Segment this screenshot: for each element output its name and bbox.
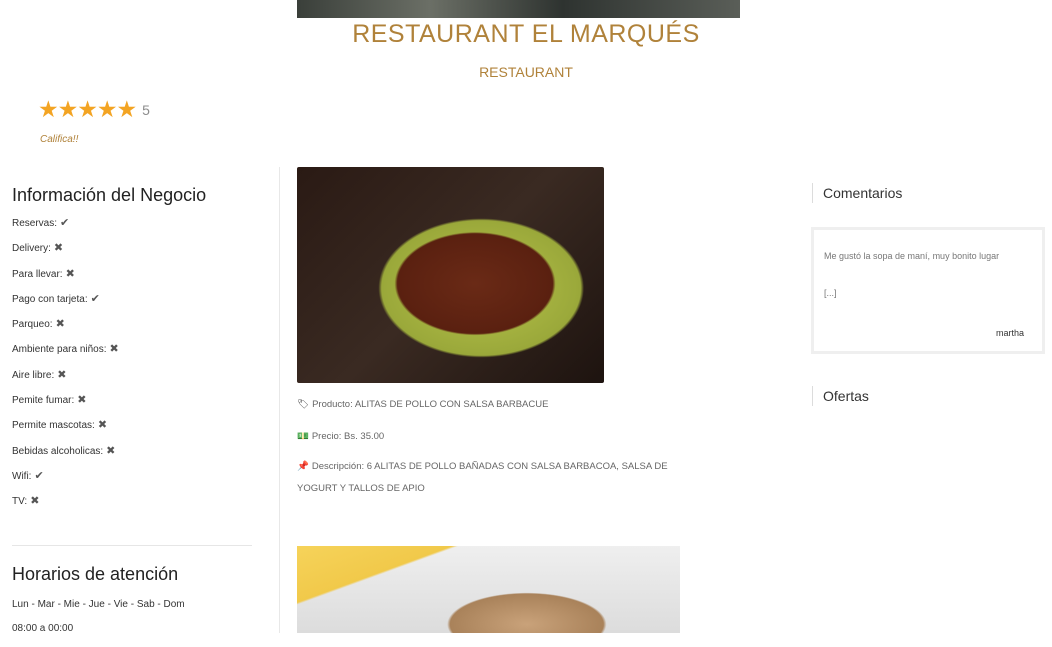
hours-time: 08:00 a 00:00 bbox=[12, 623, 74, 634]
business-info-panel: Información del Negocio Reservas: ✔ Delive… bbox=[12, 185, 252, 520]
cross-icon: ✖ bbox=[109, 343, 119, 356]
cross-icon: ✖ bbox=[106, 444, 116, 457]
business-info-item: Pago con tarjeta: ✔ bbox=[12, 292, 252, 317]
cross-icon: ✖ bbox=[65, 267, 75, 280]
business-info-label: Para llevar: bbox=[12, 268, 63, 280]
business-info-item: Permite mascotas: ✖ bbox=[12, 418, 252, 443]
comments-title: Comentarios bbox=[812, 183, 902, 203]
cross-icon: ✖ bbox=[77, 394, 87, 407]
business-info-label: Ambiente para niños: bbox=[12, 344, 107, 356]
cross-icon: ✖ bbox=[57, 368, 67, 381]
business-info-item: Pemite fumar: ✖ bbox=[12, 393, 252, 418]
business-info-item: Ambiente para niños: ✖ bbox=[12, 342, 252, 367]
pin-icon: 📌 bbox=[297, 461, 309, 472]
business-info-label: Pago con tarjeta: bbox=[12, 293, 88, 305]
business-info-label: Pemite fumar: bbox=[12, 395, 75, 407]
business-info-item: Aire libre: ✖ bbox=[12, 368, 252, 393]
hours-days: Lun - Mar - Mie - Jue - Vie - Sab - Dom bbox=[12, 599, 185, 610]
business-info-label: TV: bbox=[12, 496, 28, 508]
rate-link[interactable]: Califica!! bbox=[40, 134, 78, 145]
comment-author: martha bbox=[995, 328, 1024, 338]
business-info-label: Bebidas alcoholicas: bbox=[12, 445, 104, 457]
business-info-title: Información del Negocio bbox=[12, 185, 207, 205]
cross-icon: ✖ bbox=[55, 318, 65, 331]
comment-read-more[interactable]: [...] bbox=[824, 288, 837, 298]
product-name-line: 🏷 Producto: ALITAS DE POLLO CON SALSA BAR… bbox=[297, 399, 548, 410]
business-info-item: Parqueo: ✖ bbox=[12, 317, 252, 342]
business-info-label: Wifi: bbox=[12, 470, 32, 482]
cross-icon: ✖ bbox=[30, 495, 40, 508]
restaurant-category: RESTAURANT bbox=[479, 64, 573, 80]
product-description-line-2: YOGURT Y TALLOS DE APIO bbox=[297, 483, 425, 494]
money-icon: 💵 bbox=[297, 431, 309, 442]
business-info-item: Wifi: ✔ bbox=[12, 469, 252, 494]
offers-title: Ofertas bbox=[812, 386, 869, 406]
product-name: Producto: ALITAS DE POLLO CON SALSA BARB… bbox=[312, 399, 549, 410]
business-info-item: Bebidas alcoholicas: ✖ bbox=[12, 444, 252, 469]
business-info-item: Reservas: ✔ bbox=[12, 216, 252, 241]
product-image-lasagna[interactable] bbox=[297, 546, 680, 633]
product-description-1: Descripción: 6 ALITAS DE POLLO BAÑADAS C… bbox=[311, 461, 668, 472]
product-price: Precio: Bs. 35.00 bbox=[311, 431, 385, 442]
business-info-item: Para llevar: ✖ bbox=[12, 267, 252, 292]
header-banner-image bbox=[297, 0, 740, 18]
business-info-label: Delivery: bbox=[12, 243, 51, 255]
comment-card: Me gustó la sopa de maní, muy bonito lug… bbox=[811, 227, 1045, 354]
rating-display: ★★★★★ 5 bbox=[38, 98, 150, 121]
hours-panel: Horarios de atención Lun - Mar - Mie - J… bbox=[12, 564, 252, 647]
comment-text: Me gustó la sopa de maní, muy bonito lug… bbox=[824, 251, 1000, 261]
business-info-label: Permite mascotas: bbox=[12, 420, 95, 432]
business-info-item: TV: ✖ bbox=[12, 494, 252, 519]
star-rating-icon[interactable]: ★★★★★ bbox=[38, 98, 137, 121]
cross-icon: ✖ bbox=[97, 419, 108, 432]
column-divider bbox=[279, 167, 280, 633]
rating-value: 5 bbox=[142, 101, 150, 118]
business-info-label: Reservas: bbox=[12, 218, 58, 229]
check-icon: ✔ bbox=[34, 469, 44, 482]
business-info-label: Parqueo: bbox=[12, 319, 53, 331]
product-price-line: 💵 Precio: Bs. 35.00 bbox=[297, 431, 384, 442]
restaurant-name: RESTAURANT EL MARQUÉS bbox=[352, 20, 700, 48]
tag-icon: 🏷 bbox=[297, 399, 310, 410]
business-info-label: Aire libre: bbox=[12, 369, 55, 381]
section-divider bbox=[12, 545, 252, 546]
check-icon: ✔ bbox=[90, 292, 100, 305]
business-info-list: Reservas: ✔ Delivery: ✖ Para llevar: ✖ Pago co… bbox=[12, 216, 252, 520]
hours-title: Horarios de atención bbox=[12, 564, 179, 584]
check-icon: ✔ bbox=[60, 217, 70, 229]
product-image-chicken-wings[interactable] bbox=[297, 167, 604, 383]
product-description-line: 📌 Descripción: 6 ALITAS DE POLLO BAÑADAS … bbox=[297, 461, 668, 472]
cross-icon: ✖ bbox=[53, 242, 64, 255]
business-info-item: Delivery: ✖ bbox=[12, 241, 252, 266]
